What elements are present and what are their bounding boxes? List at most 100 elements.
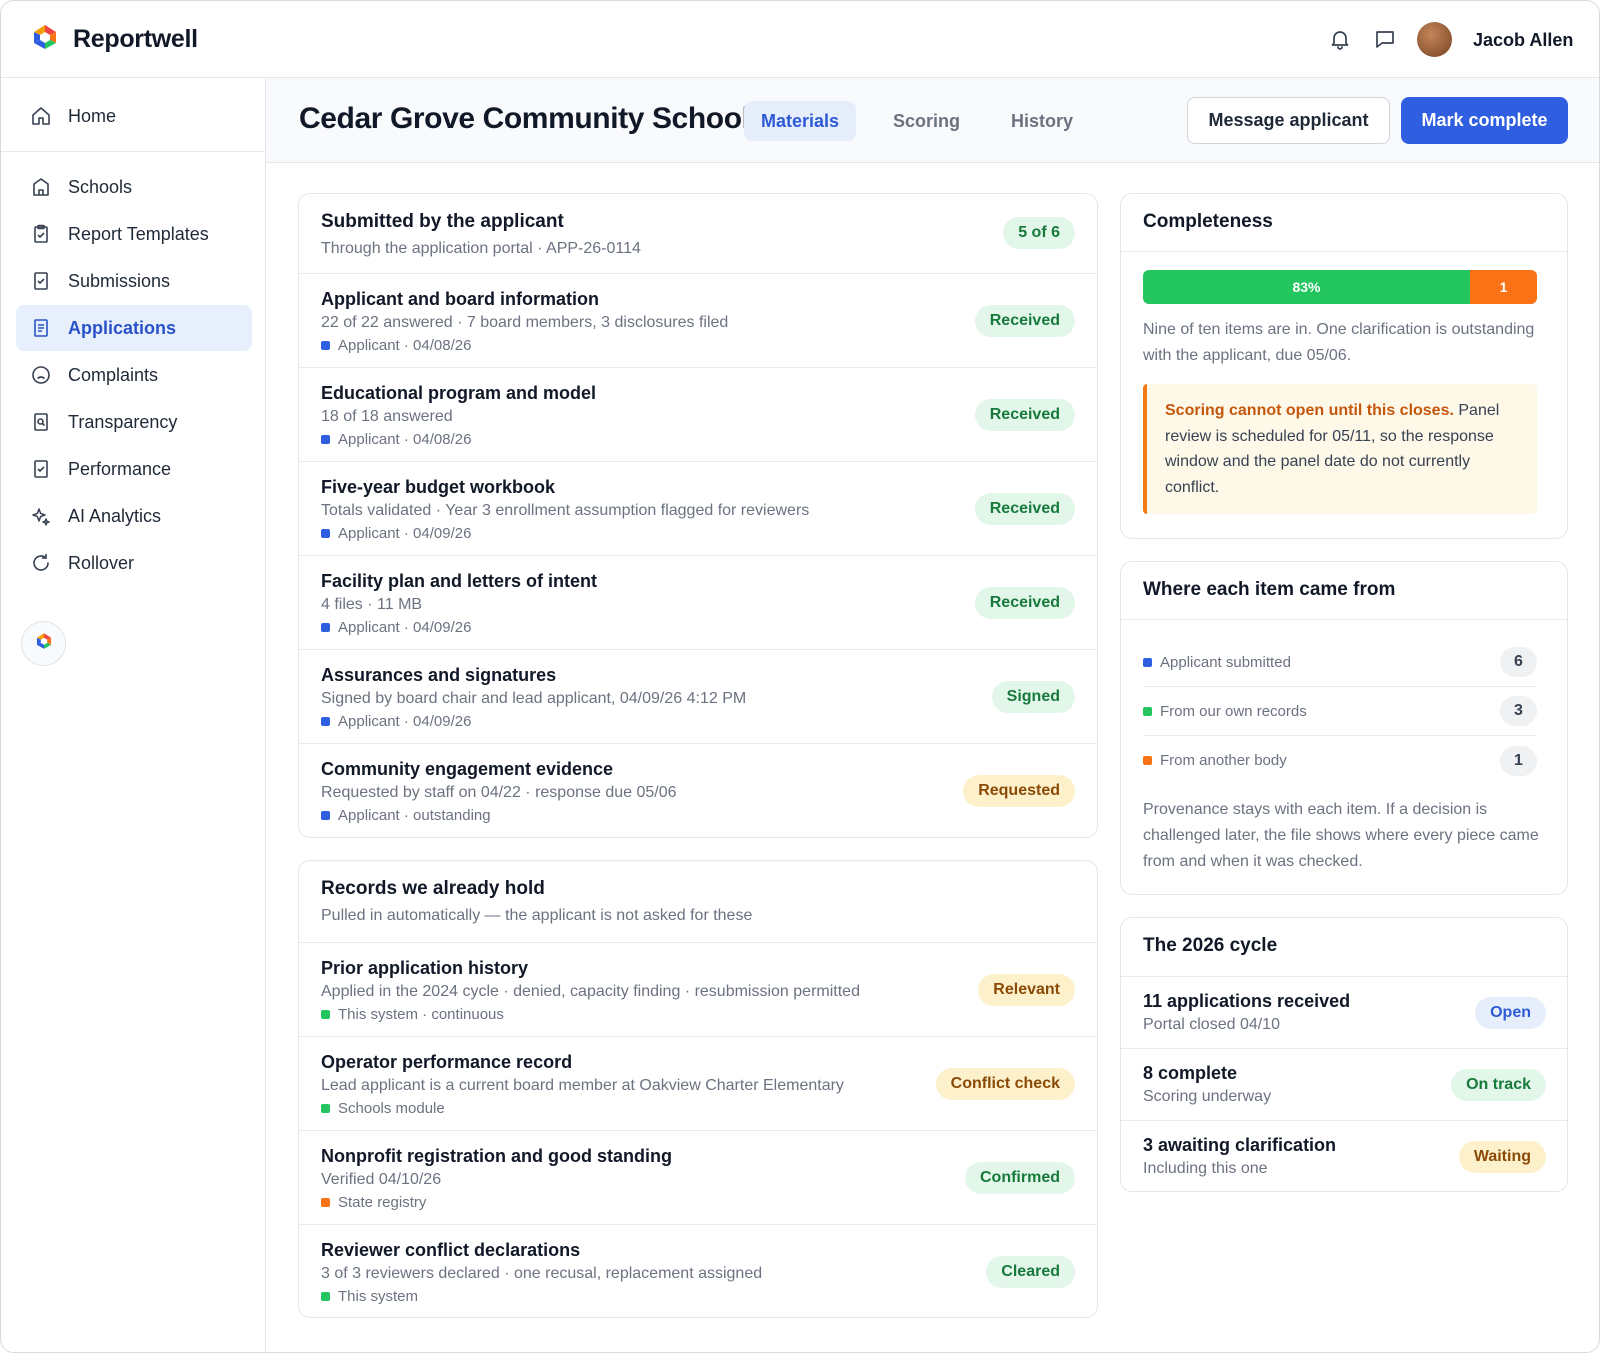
status-badge: Received [974, 587, 1075, 619]
sidebar-item-performance[interactable]: Performance [16, 446, 252, 492]
sidebar-item-label: Performance [68, 458, 172, 479]
chat-icon[interactable] [1373, 27, 1397, 51]
item-source: Applicant · 04/08/26 [321, 431, 1075, 448]
sidebar-item-schools[interactable]: Schools [16, 164, 252, 210]
records-card: Records we already hold Pulled in automa… [298, 860, 1098, 1318]
status-badge: Cleared [986, 1256, 1075, 1288]
brand[interactable]: Reportwell [31, 23, 198, 56]
list-item[interactable]: Operator performance record Lead applica… [299, 1037, 1097, 1131]
provenance-row: From another body 1 [1143, 736, 1537, 785]
sparkle-icon [30, 505, 52, 527]
source-label: Applicant · outstanding [338, 807, 491, 824]
completeness-card-header: Completeness [1121, 194, 1567, 252]
checkbox-doc-icon [30, 270, 52, 292]
home-icon [30, 105, 52, 127]
item-title: Assurances and signatures [321, 665, 557, 685]
scoring-warning: Scoring cannot open until this closes. P… [1143, 384, 1537, 514]
item-source: Applicant · 04/09/26 [321, 713, 1075, 730]
app-name: Reportwell [73, 25, 198, 53]
item-detail: Totals validated · Year 3 enrollment ass… [321, 502, 810, 519]
completeness-bar-outstanding: 1 [1470, 270, 1537, 304]
tab-scoring[interactable]: Scoring [876, 101, 977, 141]
sidebar-item-label: Report Templates [68, 223, 209, 244]
clipboard-icon [30, 223, 52, 245]
provenance-label: From our own records [1160, 702, 1307, 720]
cycle-row[interactable]: 8 complete Scoring underway On track [1121, 1048, 1567, 1120]
sidebar-item-home[interactable]: Home [16, 93, 252, 139]
list-item[interactable]: Prior application history Applied in the… [299, 943, 1097, 1037]
cycle-row[interactable]: 11 applications received Portal closed 0… [1121, 976, 1567, 1048]
provenance-card-header: Where each item came from [1121, 562, 1567, 620]
list-item[interactable]: Educational program and model 18 of 18 a… [299, 368, 1097, 462]
status-badge: Received [974, 399, 1075, 431]
sidebar-item-applications[interactable]: Applications [16, 305, 252, 351]
count-pill: 1 [1500, 745, 1537, 776]
logo-icon [35, 632, 53, 655]
page-title: Cedar Grove Community School [299, 102, 750, 135]
card-title: The 2026 cycle [1143, 935, 1278, 956]
avatar[interactable] [1417, 22, 1452, 57]
card-title: Submitted by the applicant [321, 211, 564, 232]
sidebar-item-ai-analytics[interactable]: AI Analytics [16, 493, 252, 539]
source-marker [321, 1010, 330, 1019]
item-title: Educational program and model [321, 383, 597, 403]
source-marker [321, 717, 330, 726]
item-detail: Signed by board chair and lead applicant… [321, 690, 747, 707]
item-title: Nonprofit registration and good standing [321, 1146, 672, 1166]
sidebar-item-label: Submissions [68, 270, 171, 291]
list-item[interactable]: Facility plan and letters of intent 4 fi… [299, 556, 1097, 650]
item-source: This system · continuous [321, 1006, 1075, 1023]
provenance-row: Applicant submitted 6 [1143, 638, 1537, 687]
item-detail: 3 of 3 reviewers declared · one recusal,… [321, 1265, 763, 1282]
user-name[interactable]: Jacob Allen [1473, 30, 1573, 51]
legend-marker [1143, 657, 1152, 667]
page-header: Cedar Grove Community School Materials S… [266, 78, 1599, 163]
source-label: Applicant · 04/08/26 [338, 337, 472, 354]
sidebar-item-submissions[interactable]: Submissions [16, 258, 252, 304]
list-item[interactable]: Reviewer conflict declarations 3 of 3 re… [299, 1225, 1097, 1317]
sidebar-item-complaints[interactable]: Complaints [16, 352, 252, 398]
sidebar-item-label: Complaints [68, 364, 159, 385]
sidebar: Home Schools Report Templates Submission… [1, 78, 266, 1352]
sidebar-item-label: Home [68, 105, 117, 126]
list-item[interactable]: Nonprofit registration and good standing… [299, 1131, 1097, 1225]
item-source: Applicant · 04/09/26 [321, 525, 1075, 542]
completeness-summary: Nine of ten items are in. One clarificat… [1143, 321, 1535, 364]
item-title: Five-year budget workbook [321, 477, 556, 497]
sidebar-divider [1, 151, 266, 152]
source-label: State registry [338, 1194, 427, 1211]
cycle-card-header: The 2026 cycle [1121, 918, 1567, 976]
provenance-note: Provenance stays with each item. If a de… [1143, 801, 1539, 870]
frown-icon [30, 364, 52, 386]
source-label: This system · continuous [338, 1006, 504, 1023]
message-applicant-button[interactable]: Message applicant [1187, 97, 1390, 144]
assistant-button[interactable] [21, 621, 66, 666]
sidebar-item-report-templates[interactable]: Report Templates [16, 211, 252, 257]
list-item[interactable]: Assurances and signatures Signed by boar… [299, 650, 1097, 744]
submitted-card-header: Submitted by the applicant Through the a… [299, 194, 1097, 274]
list-item[interactable]: Applicant and board information 22 of 22… [299, 274, 1097, 368]
document-icon [30, 317, 52, 339]
item-title: Reviewer conflict declarations [321, 1240, 581, 1260]
cycle-row[interactable]: 3 awaiting clarification Including this … [1121, 1120, 1567, 1191]
status-badge: Conflict check [935, 1068, 1075, 1100]
source-marker [321, 811, 330, 820]
source-label: Schools module [338, 1100, 445, 1117]
sidebar-item-transparency[interactable]: Transparency [16, 399, 252, 445]
item-detail: Applied in the 2024 cycle · denied, capa… [321, 983, 860, 1000]
tab-history[interactable]: History [994, 101, 1090, 141]
status-badge: On track [1451, 1069, 1546, 1101]
source-label: Applicant · 04/09/26 [338, 713, 472, 730]
source-label: This system [338, 1288, 419, 1305]
bell-icon[interactable] [1328, 27, 1352, 51]
mark-complete-button[interactable]: Mark complete [1401, 97, 1568, 144]
tab-materials[interactable]: Materials [744, 101, 857, 141]
sidebar-item-rollover[interactable]: Rollover [16, 540, 252, 586]
submitted-card: Submitted by the applicant Through the a… [298, 193, 1098, 838]
app-window: Reportwell Jacob Allen Home Schools Repo… [0, 0, 1600, 1353]
list-item[interactable]: Five-year budget workbook Totals validat… [299, 462, 1097, 556]
item-title: Community engagement evidence [321, 759, 614, 779]
item-detail: Verified 04/10/26 [321, 1171, 442, 1188]
item-source: Applicant · outstanding [321, 807, 1075, 824]
list-item[interactable]: Community engagement evidence Requested … [299, 744, 1097, 837]
